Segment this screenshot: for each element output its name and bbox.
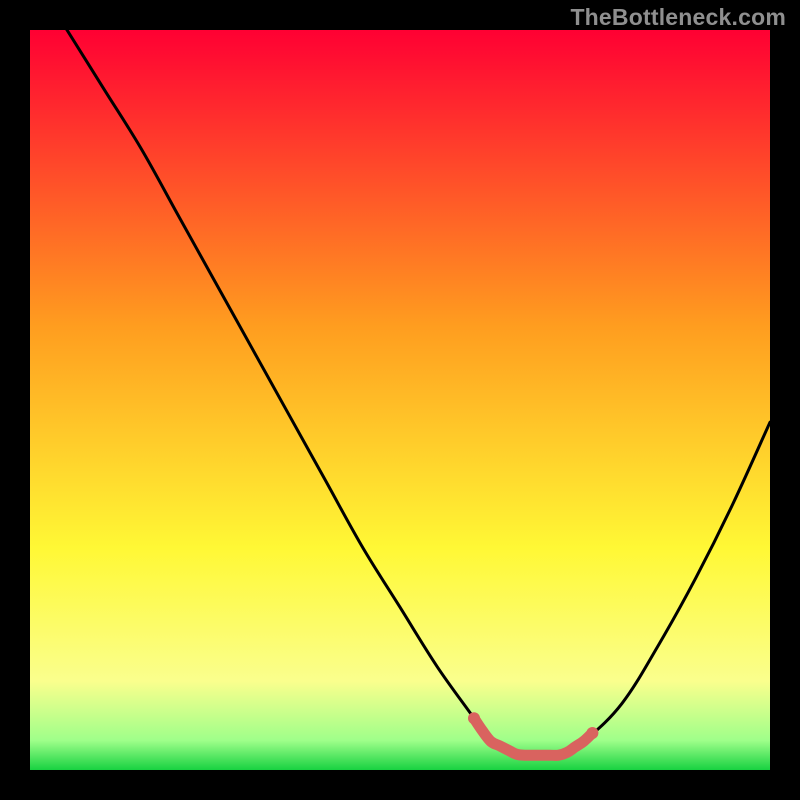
- chart-container: TheBottleneck.com: [0, 0, 800, 800]
- gradient-background: [30, 30, 770, 770]
- watermark: TheBottleneck.com: [570, 4, 786, 31]
- optimal-marker-left: [468, 712, 480, 724]
- optimal-marker-right: [586, 727, 598, 739]
- bottleneck-plot: [30, 30, 770, 770]
